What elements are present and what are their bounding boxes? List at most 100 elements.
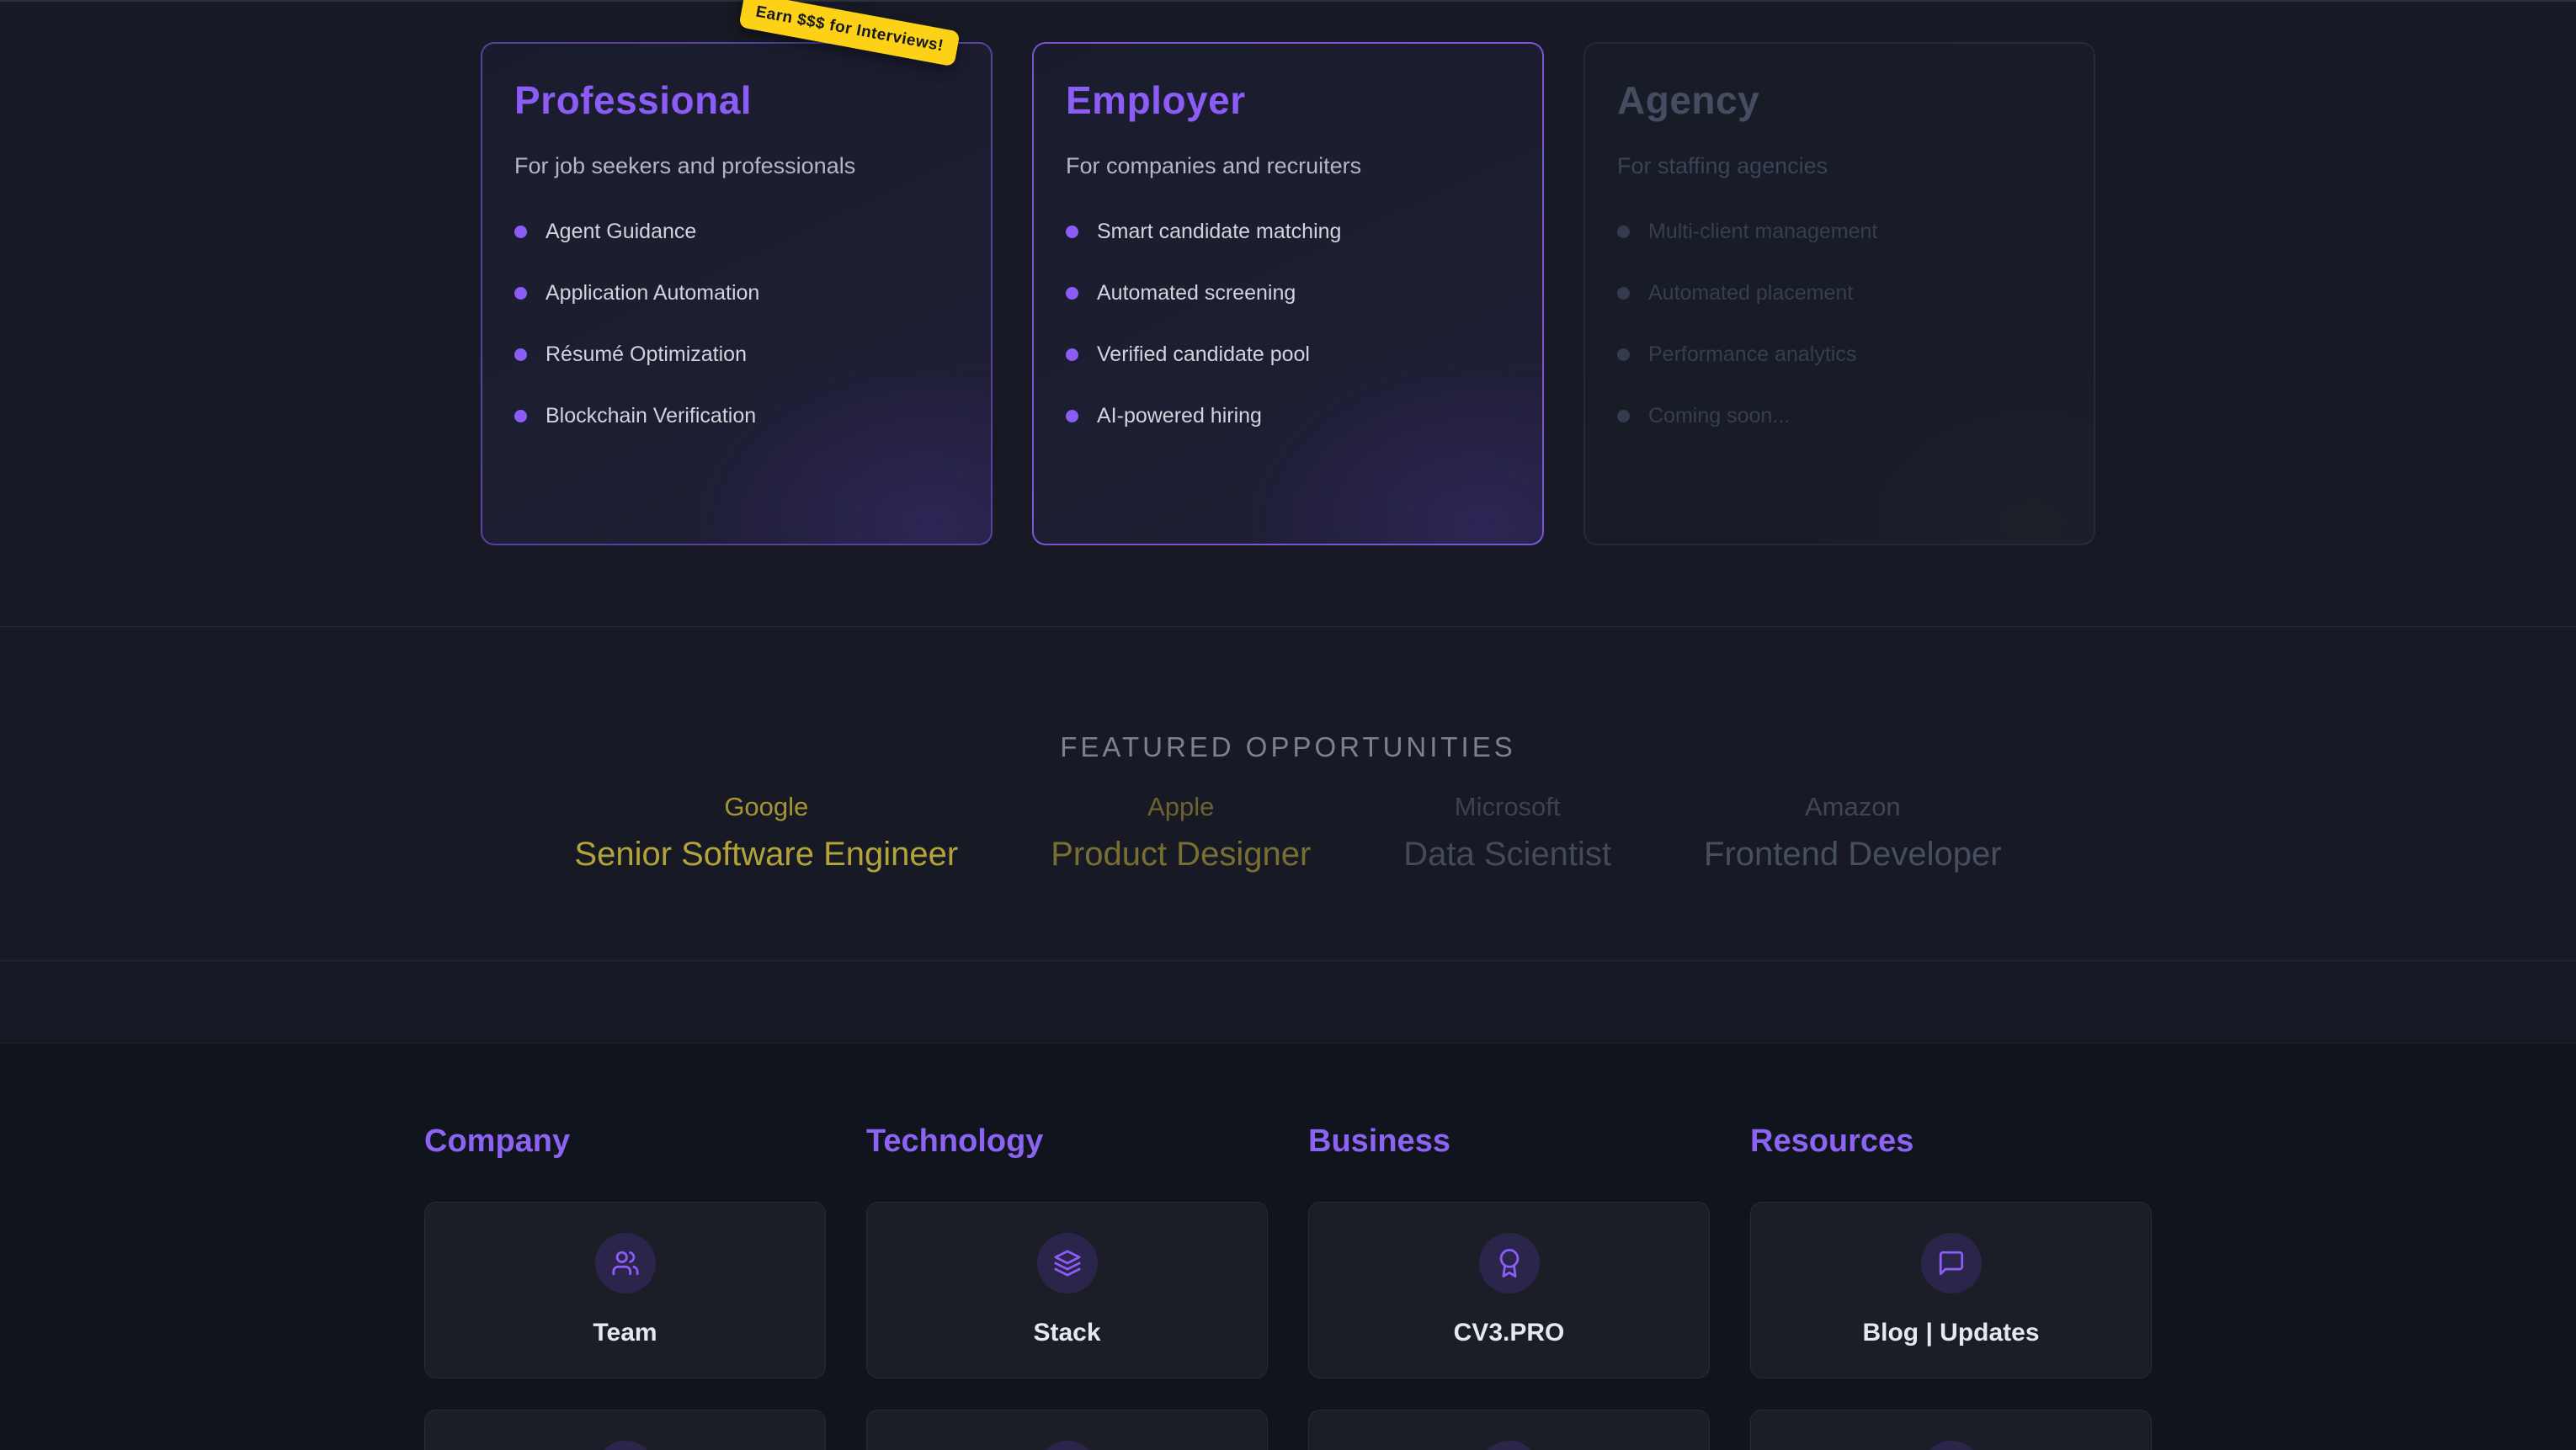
plan-feature-label: Verified candidate pool bbox=[1097, 343, 1310, 367]
icon-circle bbox=[595, 1233, 656, 1293]
plan-feature-item: Blockchain Verification bbox=[514, 404, 959, 428]
footer-card[interactable] bbox=[424, 1410, 826, 1450]
plan-subtitle: For job seekers and professionals bbox=[514, 153, 959, 179]
bullet-icon bbox=[1066, 287, 1078, 300]
plans-row: Earn $$$ for Interviews! Professional Fo… bbox=[0, 2, 2576, 545]
plan-feature-item: Automated placement bbox=[1617, 281, 2062, 305]
featured-section: FEATURED OPPORTUNITIES Google Senior Sof… bbox=[0, 627, 2576, 961]
plan-feature-label: Smart candidate matching bbox=[1097, 220, 1341, 244]
plan-feature-label: Blockchain Verification bbox=[546, 404, 756, 428]
plan-feature-label: Agent Guidance bbox=[546, 220, 696, 244]
featured-opportunity[interactable]: Amazon Frontend Developer bbox=[1704, 792, 2002, 874]
bullet-icon bbox=[514, 410, 527, 422]
footer-card-label: Team bbox=[593, 1319, 657, 1347]
plan-title: Employer bbox=[1066, 77, 1510, 123]
bullet-icon bbox=[1066, 410, 1078, 422]
plan-feature-item: AI-powered hiring bbox=[1066, 404, 1510, 428]
plan-feature-item: Agent Guidance bbox=[514, 220, 959, 244]
plan-feature-list: Multi-client management Automated placem… bbox=[1617, 220, 2062, 428]
footer-heading: Company bbox=[424, 1123, 826, 1161]
bullet-icon bbox=[514, 287, 527, 300]
featured-company: Microsoft bbox=[1403, 792, 1611, 822]
featured-opportunity[interactable]: Google Senior Software Engineer bbox=[574, 792, 958, 874]
plan-card-employer[interactable]: Employer For companies and recruiters Sm… bbox=[1032, 42, 1544, 545]
bullet-icon bbox=[1066, 348, 1078, 361]
message-icon bbox=[1937, 1249, 1966, 1277]
plans-section: Earn $$$ for Interviews! Professional Fo… bbox=[0, 0, 2576, 627]
featured-opportunity[interactable]: Microsoft Data Scientist bbox=[1403, 792, 1611, 874]
footer-heading: Business bbox=[1308, 1123, 1710, 1161]
users-icon bbox=[611, 1249, 640, 1277]
plan-title: Professional bbox=[514, 77, 959, 123]
icon-circle bbox=[1037, 1233, 1098, 1293]
plan-feature-item: Verified candidate pool bbox=[1066, 343, 1510, 367]
bullet-icon bbox=[1617, 226, 1630, 238]
footer-card-label: CV3.PRO bbox=[1454, 1319, 1565, 1347]
plan-feature-list: Agent Guidance Application Automation Ré… bbox=[514, 220, 959, 428]
plan-subtitle: For staffing agencies bbox=[1617, 153, 2062, 179]
featured-role: Data Scientist bbox=[1403, 836, 1611, 874]
footer-column-business: Business CV3.PRO bbox=[1308, 1123, 1710, 1450]
footer-card[interactable] bbox=[866, 1410, 1268, 1450]
plan-feature-item: Résumé Optimization bbox=[514, 343, 959, 367]
promo-badge: Earn $$$ for Interviews! bbox=[738, 0, 961, 66]
plan-card-professional[interactable]: Earn $$$ for Interviews! Professional Fo… bbox=[481, 42, 993, 545]
footer-column-technology: Technology Stack bbox=[866, 1123, 1268, 1450]
plan-feature-label: Performance analytics bbox=[1648, 343, 1856, 367]
plan-card-agency[interactable]: Agency For staffing agencies Multi-clien… bbox=[1583, 42, 2095, 545]
plan-feature-label: Automated screening bbox=[1097, 281, 1296, 305]
footer-card[interactable]: Team bbox=[424, 1202, 826, 1378]
featured-carousel: Google Senior Software Engineer Apple Pr… bbox=[0, 792, 2576, 874]
footer-card[interactable] bbox=[1750, 1410, 2152, 1450]
featured-company: Apple bbox=[1051, 792, 1311, 822]
icon-circle bbox=[1921, 1441, 1982, 1450]
footer-card[interactable]: Blog | Updates bbox=[1750, 1202, 2152, 1378]
plan-feature-label: Automated placement bbox=[1648, 281, 1853, 305]
icon-circle bbox=[1921, 1233, 1982, 1293]
award-icon bbox=[1495, 1249, 1524, 1277]
footer-column-company: Company Team bbox=[424, 1123, 826, 1450]
plan-feature-list: Smart candidate matching Automated scree… bbox=[1066, 220, 1510, 428]
footer-card[interactable]: CV3.PRO bbox=[1308, 1202, 1710, 1378]
bullet-icon bbox=[514, 226, 527, 238]
footer-heading: Technology bbox=[866, 1123, 1268, 1161]
page: Earn $$$ for Interviews! Professional Fo… bbox=[0, 0, 2576, 1450]
plan-feature-item: Performance analytics bbox=[1617, 343, 2062, 367]
footer-card-label: Stack bbox=[1033, 1319, 1100, 1347]
footer-card[interactable] bbox=[1308, 1410, 1710, 1450]
plan-feature-label: Résumé Optimization bbox=[546, 343, 747, 367]
icon-circle bbox=[1037, 1441, 1098, 1450]
featured-role: Frontend Developer bbox=[1704, 836, 2002, 874]
footer-heading: Resources bbox=[1750, 1123, 2152, 1161]
bullet-icon bbox=[1617, 287, 1630, 300]
bullet-icon bbox=[1617, 410, 1630, 422]
footer-column-resources: Resources Blog | Updates bbox=[1750, 1123, 2152, 1450]
plan-feature-item: Coming soon... bbox=[1617, 404, 2062, 428]
bullet-icon bbox=[1066, 226, 1078, 238]
icon-circle bbox=[595, 1441, 656, 1450]
featured-company: Amazon bbox=[1704, 792, 2002, 822]
footer-card[interactable]: Stack bbox=[866, 1202, 1268, 1378]
plan-feature-label: Multi-client management bbox=[1648, 220, 1877, 244]
featured-opportunity[interactable]: Apple Product Designer bbox=[1051, 792, 1311, 874]
bullet-icon bbox=[514, 348, 527, 361]
featured-role: Senior Software Engineer bbox=[574, 836, 958, 874]
plan-feature-label: Application Automation bbox=[546, 281, 759, 305]
plan-feature-item: Application Automation bbox=[514, 281, 959, 305]
plan-subtitle: For companies and recruiters bbox=[1066, 153, 1510, 179]
bullet-icon bbox=[1617, 348, 1630, 361]
icon-circle bbox=[1479, 1233, 1540, 1293]
footer-card-label: Blog | Updates bbox=[1862, 1319, 2039, 1347]
plan-feature-item: Automated screening bbox=[1066, 281, 1510, 305]
plan-feature-item: Multi-client management bbox=[1617, 220, 2062, 244]
plan-feature-item: Smart candidate matching bbox=[1066, 220, 1510, 244]
plan-feature-label: AI-powered hiring bbox=[1097, 404, 1262, 428]
icon-circle bbox=[1479, 1441, 1540, 1450]
layers-icon bbox=[1053, 1249, 1082, 1277]
plan-title: Agency bbox=[1617, 77, 2062, 123]
plan-feature-label: Coming soon... bbox=[1648, 404, 1790, 428]
spacer-band bbox=[0, 961, 2576, 1043]
footer: Company Team Technology Stack Business C… bbox=[0, 1043, 2576, 1450]
featured-heading: FEATURED OPPORTUNITIES bbox=[0, 627, 2576, 763]
featured-role: Product Designer bbox=[1051, 836, 1311, 874]
